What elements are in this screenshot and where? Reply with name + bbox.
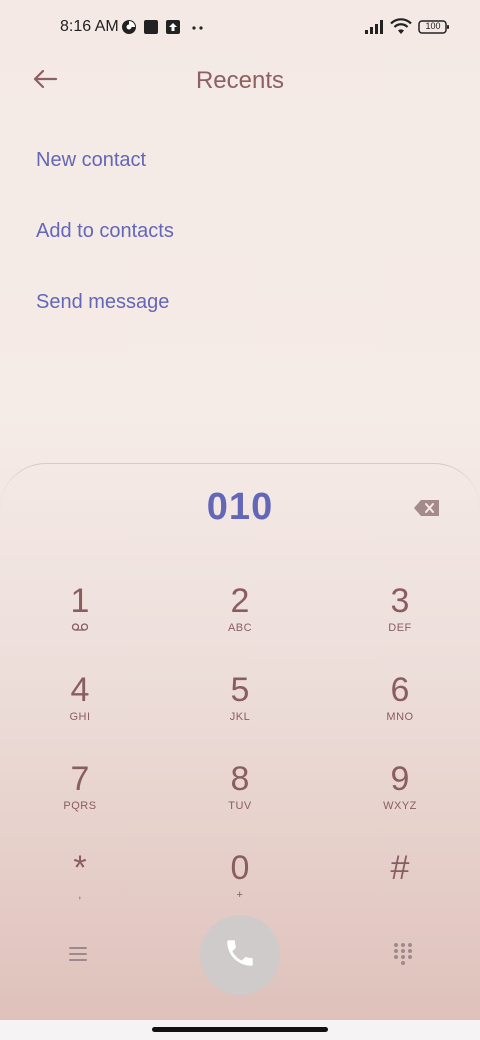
wifi-icon xyxy=(390,18,412,36)
key-digit: 7 xyxy=(70,760,90,798)
key-letters: GHI xyxy=(69,711,91,723)
menu-button[interactable] xyxy=(64,940,92,968)
key-digit: 0 xyxy=(230,849,250,887)
key-digit: 3 xyxy=(390,582,410,620)
key-digit: 9 xyxy=(390,760,410,798)
key-letters: WXYZ xyxy=(383,800,417,812)
dialpad-grid-icon xyxy=(390,943,416,971)
key-9[interactable]: 9 WXYZ xyxy=(340,760,460,840)
key-letters: + xyxy=(236,889,244,901)
home-indicator[interactable] xyxy=(152,1027,328,1032)
square-notification-icon xyxy=(143,19,159,35)
key-letters: , xyxy=(78,889,82,901)
data-saver-icon xyxy=(121,19,137,35)
key-digit: 1 xyxy=(70,582,90,620)
backspace-button[interactable] xyxy=(413,498,441,518)
key-letters: DEF xyxy=(388,622,412,634)
navigation-bar xyxy=(0,1020,480,1040)
key-8[interactable]: 8 TUV xyxy=(180,760,300,840)
key-5[interactable]: 5 JKL xyxy=(180,671,300,751)
status-time: 8:16 AM xyxy=(60,18,119,35)
new-contact-link[interactable]: New contact xyxy=(36,149,146,172)
key-letters: MNO xyxy=(386,711,414,723)
key-7[interactable]: 7 PQRS xyxy=(20,760,140,840)
signal-icon xyxy=(364,18,386,36)
key-2[interactable]: 2 ABC xyxy=(180,582,300,662)
status-bar: 8:16 AM 100 xyxy=(0,0,480,56)
keypad-toggle-button[interactable] xyxy=(390,941,416,967)
key-digit: * xyxy=(73,849,87,887)
phone-icon xyxy=(223,936,257,975)
key-letters: ABC xyxy=(227,622,253,634)
send-message-link[interactable]: Send message xyxy=(36,291,169,314)
key-letters xyxy=(340,889,460,903)
menu-icon xyxy=(64,947,92,972)
dialed-number[interactable]: 010 xyxy=(0,486,480,529)
key-letters: TUV xyxy=(228,800,252,812)
voicemail-icon xyxy=(20,622,140,636)
more-dots-icon xyxy=(190,19,206,35)
key-4[interactable]: 4 GHI xyxy=(20,671,140,751)
key-star[interactable]: * , xyxy=(20,849,140,929)
battery-icon: 100 xyxy=(418,18,450,36)
key-digit: 6 xyxy=(390,671,410,709)
upload-notification-icon xyxy=(165,19,181,35)
key-letters: PQRS xyxy=(63,800,97,812)
call-button[interactable] xyxy=(200,915,280,995)
key-digit: 2 xyxy=(230,582,250,620)
header: Recents xyxy=(0,56,480,108)
key-digit: 4 xyxy=(70,671,90,709)
key-3[interactable]: 3 DEF xyxy=(340,582,460,662)
backspace-icon xyxy=(413,500,441,522)
key-digit: 8 xyxy=(230,760,250,798)
page-title: Recents xyxy=(195,67,285,94)
key-hash[interactable]: # xyxy=(340,849,460,929)
battery-level: 100 xyxy=(425,21,441,31)
key-digit: 5 xyxy=(230,671,250,709)
add-to-contacts-link[interactable]: Add to contacts xyxy=(36,220,174,243)
key-digit: # xyxy=(390,849,410,887)
key-6[interactable]: 6 MNO xyxy=(340,671,460,751)
key-1[interactable]: 1 xyxy=(20,582,140,662)
key-letters: JKL xyxy=(229,711,251,723)
